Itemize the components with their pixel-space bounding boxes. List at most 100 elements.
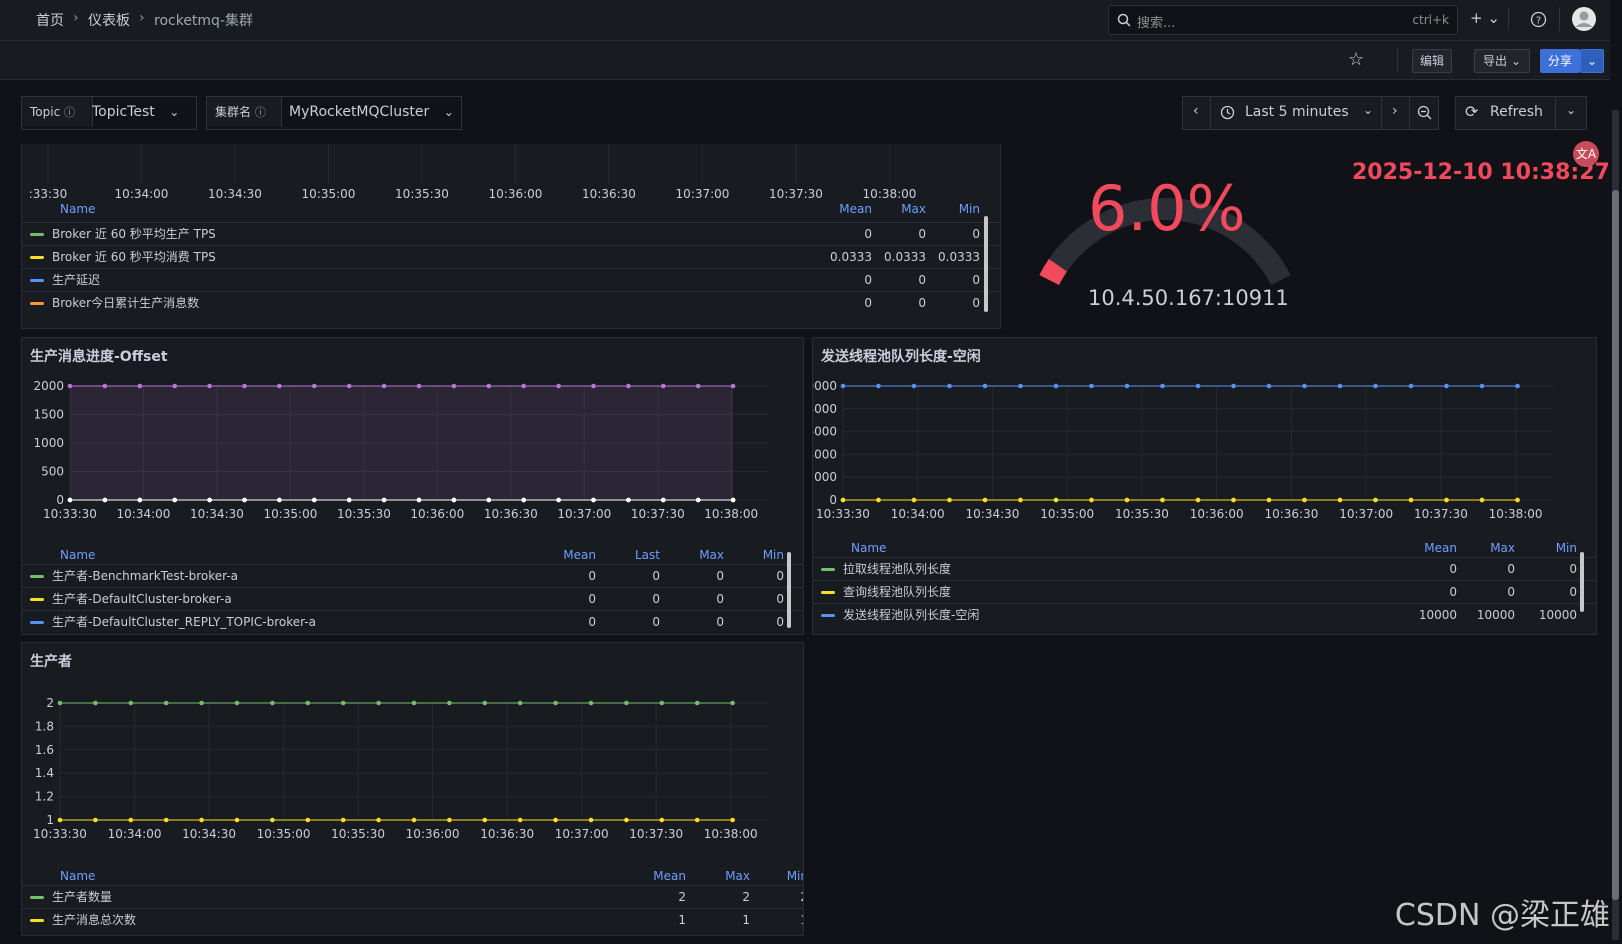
legend-max-value: 0 (918, 227, 926, 241)
share-button[interactable]: 分享 (1540, 49, 1580, 73)
x-tick-label: 10:34:00 (117, 507, 171, 521)
data-point (517, 817, 523, 823)
legend-row[interactable]: 生产者-BenchmarkTest-broker-a 0 0 0 0 (22, 564, 803, 587)
legend-series-name: 拉取线程池队列长度 (843, 562, 952, 576)
legend-header-mean[interactable]: Mean (542, 548, 596, 562)
legend-row[interactable]: 拉取线程池队列长度 0 0 0 (813, 557, 1596, 580)
legend-header-last[interactable]: Last (612, 548, 660, 562)
legend-header-max[interactable]: Max (1467, 541, 1515, 555)
data-point (270, 817, 275, 823)
legend-header-name[interactable]: Name (60, 202, 95, 216)
x-tick-label: 10:34:30 (966, 507, 1020, 521)
legend-scrollbar[interactable] (984, 216, 988, 312)
legend-header-max[interactable]: Max (676, 548, 724, 562)
legend-row[interactable]: 生产者-DefaultCluster_REPLY_TOPIC-broker-a 0… (22, 610, 803, 633)
series-color-swatch (821, 614, 835, 617)
y-tick-label: 0 (829, 493, 837, 507)
legend-header-mean[interactable]: Mean (632, 869, 686, 883)
data-point (346, 383, 352, 389)
search-input[interactable]: 搜索... ctrl+k (1108, 5, 1458, 35)
legend-header-min[interactable]: Min (1529, 541, 1577, 555)
data-point (277, 497, 282, 503)
legend-header-min[interactable]: Min (760, 869, 803, 883)
legend-min-value: 0 (1569, 562, 1577, 576)
topic-select[interactable]: TopicTest ⌄ (92, 97, 192, 127)
legend-row[interactable]: 生产消息总次数111 (22, 908, 803, 931)
clock-text: 2025-12-10 10:38:27 (1352, 160, 1610, 185)
star-icon[interactable]: ☆ (1348, 49, 1364, 70)
chevron-right-icon: › (73, 10, 79, 26)
legend-header-name[interactable]: Name (851, 541, 886, 555)
legend-max-value: 0.0333 (884, 250, 926, 264)
edit-button[interactable]: 编辑 (1412, 49, 1452, 73)
data-point (376, 817, 381, 823)
export-button[interactable]: 导出 ⌄ (1474, 49, 1530, 73)
cluster-select[interactable]: MyRocketMQCluster ⌄ (289, 97, 459, 127)
legend-row[interactable]: 生产延迟 0 0 0 (22, 268, 1000, 291)
data-point (172, 383, 177, 389)
legend-header-max[interactable]: Max (878, 202, 926, 216)
legend-row[interactable]: Broker 近 60 秒平均生产 TPS 0 0 0 (22, 222, 1000, 245)
time-range-picker[interactable]: Last 5 minutes ⌄ (1210, 96, 1383, 130)
legend-min-value: 0 (1569, 585, 1577, 599)
data-point (876, 383, 881, 389)
data-point (517, 700, 523, 706)
legend-row[interactable]: 生产者-DefaultCluster-broker-a 0 0 0 0 (22, 587, 803, 610)
legend-row[interactable]: 发送线程池队列长度-空闲 10000 10000 10000 (813, 603, 1596, 626)
data-point (911, 383, 917, 389)
y-tick-label: 1.6 (35, 743, 54, 757)
legend-row[interactable]: Broker今日累计生产消息数 0 0 0 (22, 291, 1000, 314)
legend-header-max[interactable]: Max (702, 869, 750, 883)
legend-scrollbar[interactable] (1580, 552, 1584, 612)
data-point (1444, 383, 1449, 389)
legend-series-name: 生产者数量 (52, 890, 113, 904)
data-point (730, 817, 735, 823)
data-point (982, 497, 988, 503)
data-point (376, 700, 381, 706)
legend-mean-value: 10000 (1418, 608, 1457, 622)
avatar[interactable] (1572, 7, 1596, 31)
legend-header-mean[interactable]: Mean (1403, 541, 1457, 555)
legend-scrollbar[interactable] (787, 552, 791, 628)
legend-row[interactable]: 生产者数量222 (22, 885, 803, 908)
breadcrumb-home[interactable]: 首页 (36, 10, 64, 30)
data-point (381, 383, 387, 389)
refresh-button[interactable]: ⟳ Refresh (1455, 96, 1557, 130)
data-point (305, 817, 311, 823)
legend-header-min[interactable]: Min (932, 202, 980, 216)
chevron-down-icon: ⌄ (1510, 54, 1521, 68)
data-point (340, 700, 346, 706)
data-point (128, 700, 134, 706)
chevron-right-icon: › (1392, 103, 1398, 119)
share-dropdown-button[interactable]: ⌄ (1580, 49, 1604, 73)
data-point (482, 817, 488, 823)
y-tick-label: 6000 (813, 425, 837, 439)
breadcrumb-dashboards[interactable]: 仪表板 (88, 10, 130, 30)
legend-row[interactable]: 查询线程池队列长度 0 0 0 (813, 580, 1596, 603)
translate-icon[interactable]: 文A (1573, 141, 1599, 167)
zoom-out-button[interactable] (1409, 96, 1439, 130)
data-point (447, 817, 452, 823)
add-new-button[interactable]: + ⌄ (1470, 9, 1500, 27)
x-tick-label: 10:37:00 (555, 827, 609, 841)
help-icon[interactable]: ? (1530, 11, 1547, 28)
time-forward-button[interactable]: › (1381, 96, 1411, 130)
time-back-button[interactable]: ‹ (1182, 96, 1212, 130)
x-tick-label: 10:36:00 (1190, 507, 1244, 521)
data-point (1089, 497, 1094, 503)
x-tick-label: 10:37:30 (1414, 507, 1468, 521)
data-point (1266, 497, 1272, 503)
series-color-swatch (30, 256, 44, 259)
legend-header-name[interactable]: Name (60, 869, 95, 883)
legend-header-mean[interactable]: Mean (818, 202, 872, 216)
dashboard-toolbar: ☆ 编辑 导出 ⌄ 分享 ⌄ (0, 41, 1610, 80)
legend-row[interactable]: Broker 近 60 秒平均消费 TPS 0.0333 0.0333 0.0333 (22, 245, 1000, 268)
refresh-interval-dropdown[interactable]: ⌄ (1555, 96, 1587, 130)
x-tick-label: 10:35:00 (302, 187, 356, 201)
data-point (1302, 383, 1307, 389)
x-tick-label: 10:37:00 (557, 507, 611, 521)
legend-header-name[interactable]: Name (60, 548, 95, 562)
watermark: CSDN @梁正雄 (1394, 898, 1610, 933)
page-scrollbar-thumb[interactable] (1612, 190, 1619, 900)
legend-header-min[interactable]: Min (736, 548, 784, 562)
